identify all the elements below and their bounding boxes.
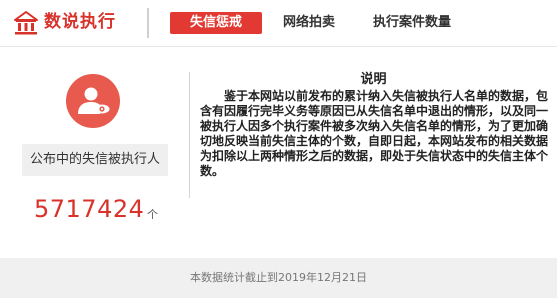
explanation-body: 鉴于本网站以前发布的累计纳入失信被执行人名单的数据，包含有因履行完毕义务等原因已…: [200, 89, 549, 178]
court-building-icon: [14, 11, 38, 35]
header-divider: [147, 8, 149, 38]
header-rule: [0, 46, 557, 47]
explanation-title: 说明: [360, 72, 387, 87]
header: 数说执行 失信惩戒 网络拍卖 执行案件数量: [0, 0, 557, 44]
person-eye-icon: [66, 74, 120, 128]
tab-online-auction[interactable]: 网络拍卖: [283, 12, 335, 34]
dishonest-persons-label: 公布中的失信被执行人: [22, 144, 168, 176]
data-cutoff-footer: 本数据统计截止到2019年12月21日: [0, 258, 557, 298]
dishonest-persons-count: 5717424: [34, 195, 145, 223]
site-logo-text[interactable]: 数说执行: [44, 9, 116, 35]
tab-dishonesty-punishment[interactable]: 失信惩戒: [170, 12, 262, 34]
section-divider: [189, 72, 190, 198]
count-unit: 个: [147, 208, 158, 221]
tab-execution-case-count[interactable]: 执行案件数量: [373, 12, 451, 34]
